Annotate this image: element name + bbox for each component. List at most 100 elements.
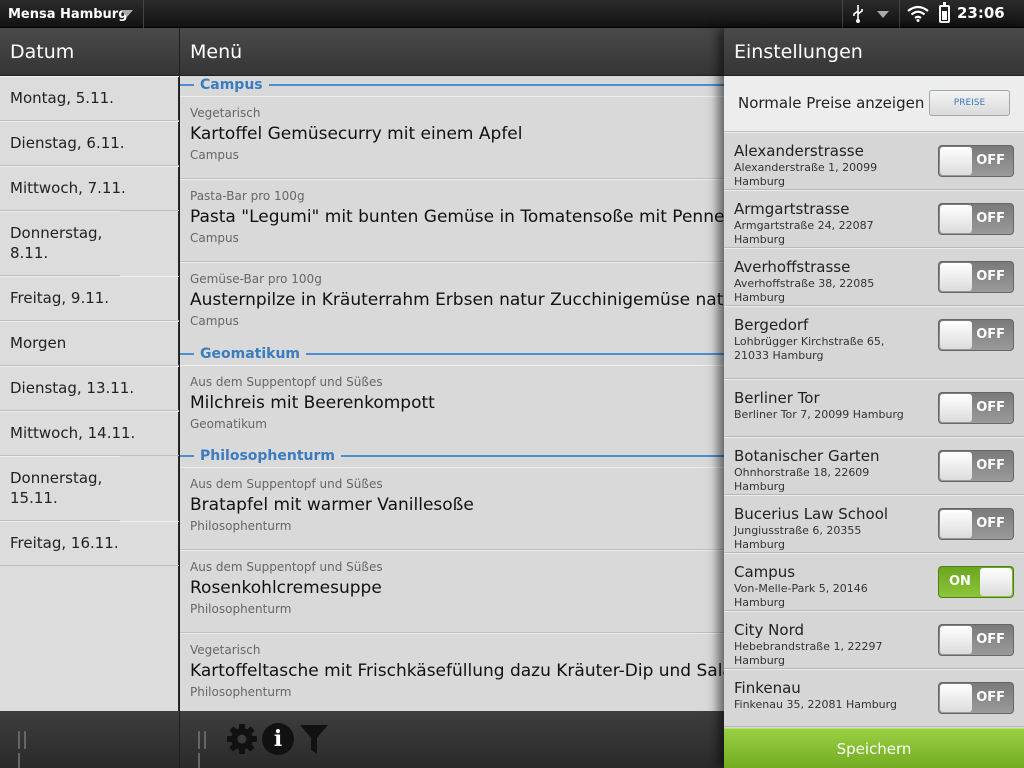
system-menu[interactable]: 23:06 bbox=[842, 0, 1024, 28]
mensa-item: Bergedorf Lohbrügger Kirchstraße 65, 210… bbox=[724, 306, 1024, 379]
mensa-address: Averhoffstraße 38, 22085 Hamburg bbox=[734, 277, 875, 304]
save-button[interactable]: Speichern bbox=[724, 728, 1024, 768]
section-title: Geomatikum bbox=[194, 345, 306, 363]
settings-panel: Einstellungen Normale Preise anzeigen PR… bbox=[724, 28, 1024, 768]
mensa-toggle[interactable]: OFF bbox=[938, 261, 1014, 293]
date-item[interactable]: Donnerstag, 8.11. bbox=[0, 211, 120, 276]
meal-location: Philosophenturm bbox=[190, 685, 292, 699]
mensa-toggle[interactable]: OFF bbox=[938, 203, 1014, 235]
meal-item[interactable]: Gemüse-Bar pro 100g Austernpilze in Kräu… bbox=[180, 262, 724, 345]
mensa-address: Ohnhorstraße 18, 22609 Hamburg bbox=[734, 466, 870, 493]
mensa-address: Berliner Tor 7, 20099 Hamburg bbox=[734, 408, 904, 421]
drag-handle-icon[interactable] bbox=[198, 731, 214, 768]
mensa-toggle[interactable]: OFF bbox=[938, 682, 1014, 714]
app-menu[interactable]: Mensa Hamburg bbox=[0, 0, 144, 28]
meal-item[interactable]: Pasta-Bar pro 100g Pasta "Legumi" mit bu… bbox=[180, 179, 724, 262]
info-icon[interactable]: i bbox=[262, 723, 294, 755]
meal-category: Vegetarisch bbox=[190, 643, 261, 657]
date-item[interactable]: Dienstag, 13.11. bbox=[0, 366, 179, 411]
mensa-item: Botanischer Garten Ohnhorstraße 18, 2260… bbox=[724, 437, 1024, 495]
date-panel: Datum Montag, 5.11. Dienstag, 6.11. Mitt… bbox=[0, 28, 179, 768]
mensa-item: Campus Von-Melle-Park 5, 20146 Hamburg O… bbox=[724, 553, 1024, 611]
date-item[interactable]: Dienstag, 6.11. bbox=[0, 121, 179, 166]
mensa-address: Hebebrandstraße 1, 22297 Hamburg bbox=[734, 640, 883, 667]
app-title: Mensa Hamburg bbox=[8, 6, 128, 22]
prices-label: Normale Preise anzeigen bbox=[738, 94, 925, 112]
menu-panel-header: Menü bbox=[180, 28, 724, 76]
prices-button[interactable]: PREISE bbox=[929, 90, 1010, 116]
meal-title: Milchreis mit Beerenkompott bbox=[190, 393, 435, 413]
battery-icon bbox=[939, 2, 950, 23]
menu-list: Campus Vegetarisch Kartoffel Gemüsecurry… bbox=[180, 76, 724, 716]
date-item[interactable]: Freitag, 9.11. bbox=[0, 276, 179, 321]
meal-item[interactable]: Aus dem Suppentopf und Süßes Milchreis m… bbox=[180, 365, 724, 447]
meal-location: Campus bbox=[190, 231, 239, 245]
meal-category: Aus dem Suppentopf und Süßes bbox=[190, 375, 383, 389]
section-header: Campus bbox=[180, 76, 724, 96]
mensa-toggle[interactable]: OFF bbox=[938, 508, 1014, 540]
mensa-address: Von-Melle-Park 5, 20146 Hamburg bbox=[734, 582, 868, 609]
meal-title: Rosenkohlcremesuppe bbox=[190, 578, 382, 598]
mensa-address: Finkenau 35, 22081 Hamburg bbox=[734, 698, 897, 711]
filter-icon[interactable] bbox=[300, 723, 328, 755]
meal-title: Pasta "Legumi" mit bunten Gemüse in Toma… bbox=[190, 207, 724, 227]
date-list: Montag, 5.11. Dienstag, 6.11. Mittwoch, … bbox=[0, 76, 179, 566]
settings-panel-header: Einstellungen bbox=[724, 28, 1024, 76]
meal-location: Campus bbox=[190, 148, 239, 162]
date-item[interactable]: Donnerstag, 15.11. bbox=[0, 456, 120, 521]
mensa-item: Armgartstrasse Armgartstraße 24, 22087 H… bbox=[724, 190, 1024, 248]
mensa-item: Finkenau Finkenau 35, 22081 Hamburg OFF bbox=[724, 669, 1024, 727]
dropdown-arrow-icon bbox=[121, 10, 133, 17]
meal-item[interactable]: Aus dem Suppentopf und Süßes Bratapfel m… bbox=[180, 467, 724, 550]
dropdown-arrow-icon bbox=[877, 11, 889, 18]
meal-title: Bratapfel mit warmer Vanillesoße bbox=[190, 495, 474, 515]
meal-category: Gemüse-Bar pro 100g bbox=[190, 272, 322, 286]
mensa-item: Averhoffstrasse Averhoffstraße 38, 22085… bbox=[724, 248, 1024, 306]
mensa-item: Bucerius Law School Jungiusstraße 6, 203… bbox=[724, 495, 1024, 553]
mensa-item: Alexanderstrasse Alexanderstraße 1, 2009… bbox=[724, 132, 1024, 190]
section-header: Philosophenturm bbox=[180, 447, 724, 467]
meal-category: Vegetarisch bbox=[190, 106, 261, 120]
date-panel-header: Datum bbox=[0, 28, 179, 76]
mensa-toggle[interactable]: OFF bbox=[938, 392, 1014, 424]
status-bar: Mensa Hamburg 23:06 bbox=[0, 0, 1024, 28]
mensa-address: Jungiusstraße 6, 20355 Hamburg bbox=[734, 524, 862, 551]
usb-icon bbox=[853, 5, 863, 23]
meal-category: Aus dem Suppentopf und Süßes bbox=[190, 560, 383, 574]
wifi-icon bbox=[907, 5, 929, 22]
meal-category: Pasta-Bar pro 100g bbox=[190, 189, 305, 203]
mensa-item: Berliner Tor Berliner Tor 7, 20099 Hambu… bbox=[724, 379, 1024, 437]
mensa-address: Lohbrügger Kirchstraße 65, 21033 Hamburg bbox=[734, 335, 885, 362]
mensa-list: Alexanderstrasse Alexanderstraße 1, 2009… bbox=[724, 132, 1024, 727]
gear-icon[interactable] bbox=[226, 723, 258, 755]
meal-item[interactable]: Vegetarisch Kartoffel Gemüsecurry mit ei… bbox=[180, 96, 724, 179]
mensa-toggle[interactable]: OFF bbox=[938, 450, 1014, 482]
meal-location: Campus bbox=[190, 314, 239, 328]
mensa-address: Armgartstraße 24, 22087 Hamburg bbox=[734, 219, 874, 246]
date-item[interactable]: Freitag, 16.11. bbox=[0, 521, 179, 566]
mensa-item: City Nord Hebebrandstraße 1, 22297 Hambu… bbox=[724, 611, 1024, 669]
mensa-toggle[interactable]: OFF bbox=[938, 145, 1014, 177]
meal-item[interactable]: Aus dem Suppentopf und Süßes Rosenkohlcr… bbox=[180, 550, 724, 633]
mensa-toggle[interactable]: ON bbox=[938, 566, 1014, 598]
clock: 23:06 bbox=[957, 4, 1005, 22]
meal-location: Philosophenturm bbox=[190, 602, 292, 616]
date-item[interactable]: Montag, 5.11. bbox=[0, 76, 179, 121]
section-header: Geomatikum bbox=[180, 345, 724, 365]
meal-title: Kartoffeltasche mit Frischkäsefüllung da… bbox=[190, 661, 724, 681]
section-title: Philosophenturm bbox=[194, 447, 341, 465]
meal-location: Geomatikum bbox=[190, 417, 267, 431]
date-item[interactable]: Mittwoch, 7.11. bbox=[0, 166, 179, 211]
mensa-toggle[interactable]: OFF bbox=[938, 624, 1014, 656]
prices-row: Normale Preise anzeigen PREISE bbox=[724, 76, 1024, 132]
meal-category: Aus dem Suppentopf und Süßes bbox=[190, 477, 383, 491]
meal-location: Philosophenturm bbox=[190, 519, 292, 533]
meal-item[interactable]: Vegetarisch Kartoffeltasche mit Frischkä… bbox=[180, 633, 724, 716]
menu-panel-footer: i bbox=[180, 711, 724, 768]
drag-handle-icon[interactable] bbox=[18, 731, 34, 768]
date-panel-footer bbox=[0, 711, 179, 768]
date-item[interactable]: Morgen bbox=[0, 321, 179, 366]
date-item[interactable]: Mittwoch, 14.11. bbox=[0, 411, 179, 456]
section-title: Campus bbox=[194, 76, 269, 94]
mensa-toggle[interactable]: OFF bbox=[938, 319, 1014, 351]
